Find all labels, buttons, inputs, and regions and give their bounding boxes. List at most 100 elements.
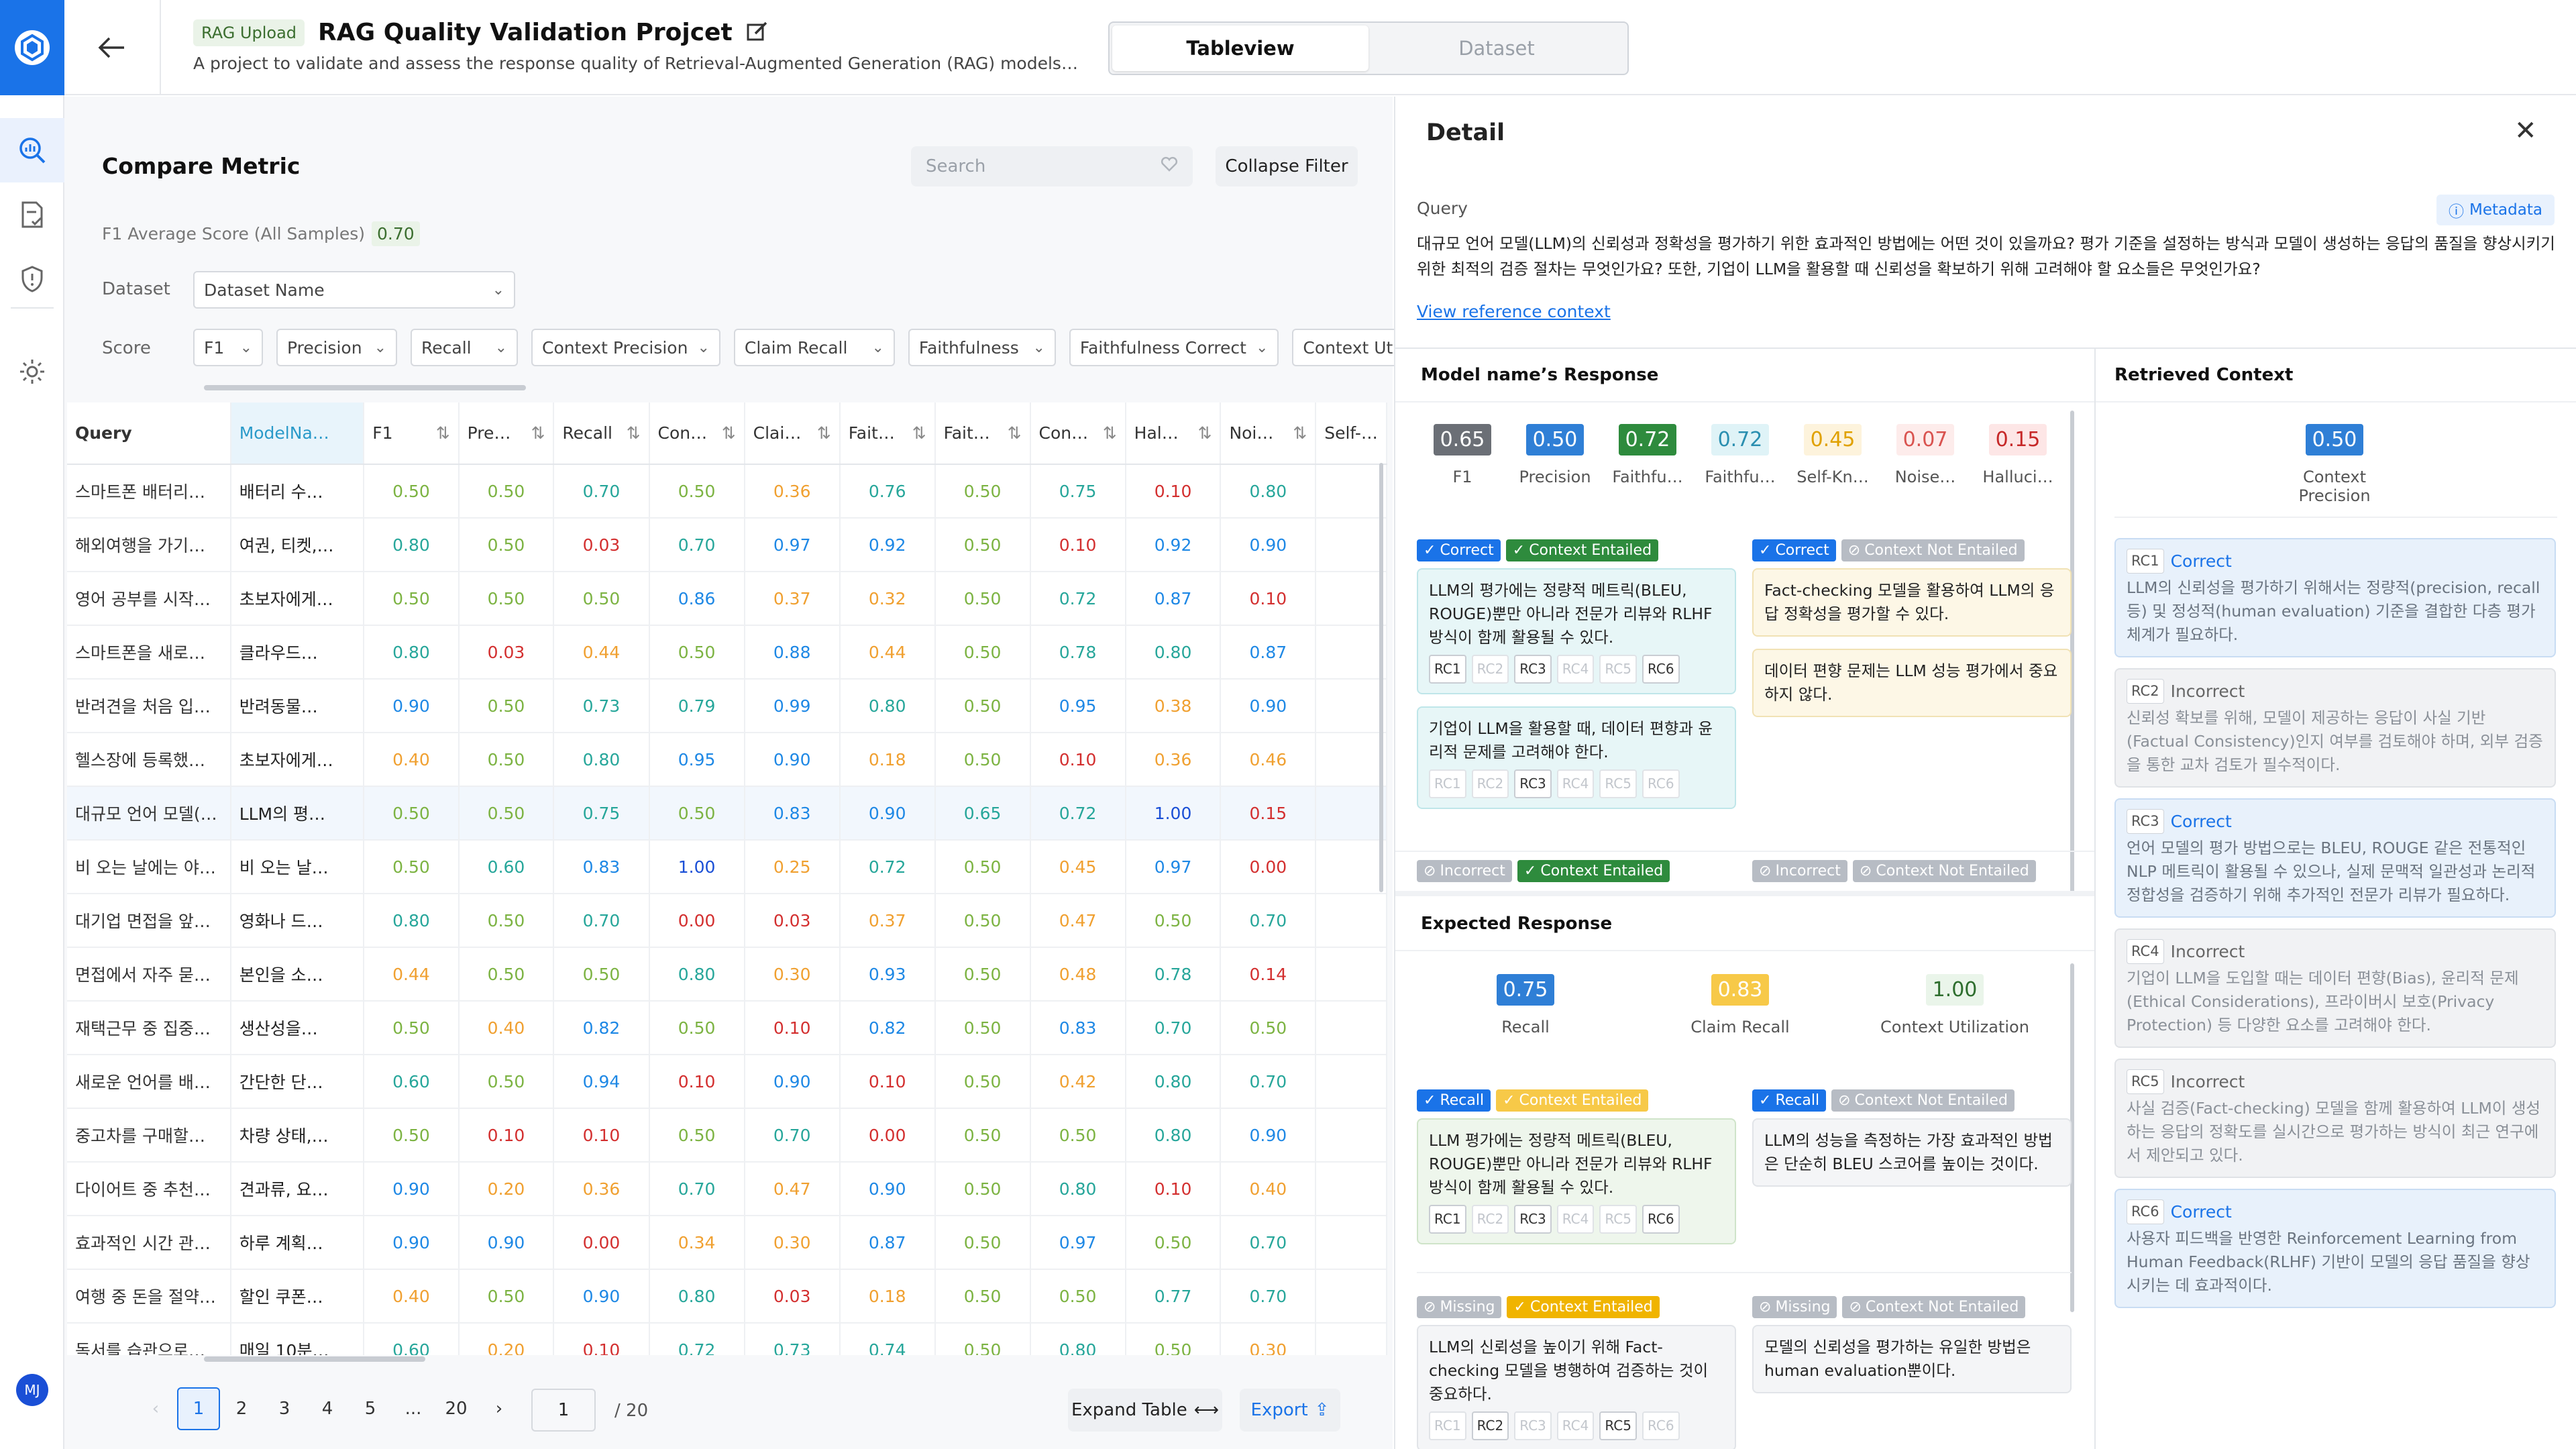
rc-chip[interactable]: RC6 [1642, 769, 1680, 798]
tab-dataset[interactable]: Dataset [1368, 25, 1625, 71]
filter-scrollbar[interactable] [204, 385, 526, 390]
page-button[interactable]: 20 [435, 1387, 478, 1430]
close-icon[interactable]: ✕ [2514, 115, 2537, 146]
retrieved-context-card[interactable]: RC5 Incorrect 사실 검증(Fact-checking) 모델을 함께 … [2114, 1059, 2556, 1178]
table-row[interactable]: 여행 중 돈을 절약… 할인 쿠폰… 0.40 0.50 0.90 0.80 0.03 0.1… [67, 1269, 1387, 1324]
sort-icon[interactable]: ⇅ [1008, 423, 1022, 443]
logo-icon[interactable] [0, 0, 64, 95]
column-header-metric[interactable]: Clai… ⇅ [744, 402, 841, 465]
column-header-metric[interactable]: Con… ⇅ [649, 402, 745, 465]
claim-card[interactable]: 데이터 편향 문제는 LLM 성능 평가에서 중요하지 않다. [1752, 649, 2072, 717]
table-row[interactable]: 대규모 언어 모델(… LLM의 평… 0.50 0.50 0.75 0.50 0.83 0.… [67, 786, 1387, 841]
claim-card[interactable]: LLM의 신뢰성을 높이기 위해 Fact-checking 모델을 병행하여 … [1417, 1325, 1736, 1449]
retrieved-context-card[interactable]: RC2 Incorrect 신뢰성 확보를 위해, 모델이 제공하는 응답이 사실 … [2114, 668, 2556, 788]
retrieved-context-card[interactable]: RC4 Incorrect 기업이 LLM을 도입할 때는 데이터 편향(Bias)… [2114, 928, 2556, 1048]
dataset-select[interactable]: Dataset Name ⌄ [193, 271, 515, 309]
retrieved-context-card[interactable]: RC3 Correct 언어 모델의 평가 방법으로는 BLEU, ROUGE 같은… [2114, 798, 2556, 918]
rc-chip[interactable]: RC2 [1471, 1205, 1509, 1234]
column-header-query[interactable]: Query [67, 402, 231, 465]
table-row[interactable]: 비 오는 날에는 야… 비 오는 날… 0.50 0.60 0.83 1.00 0.25 0.… [67, 840, 1387, 894]
claim-card[interactable]: Fact-checking 모델을 활용하여 LLM의 응답 정확성을 평가할 … [1752, 568, 2072, 637]
rc-chip[interactable]: RC6 [1642, 1411, 1680, 1440]
table-row[interactable]: 해외여행을 가기… 여권, 티켓,… 0.80 0.50 0.03 0.70 0.97 0.9… [67, 518, 1387, 572]
page-button[interactable]: 3 [263, 1387, 306, 1430]
sort-icon[interactable]: ⇅ [722, 423, 736, 443]
rc-chip[interactable]: RC2 [1471, 769, 1509, 798]
page-button[interactable]: 5 [349, 1387, 392, 1430]
rc-chip[interactable]: RC4 [1556, 1411, 1595, 1440]
back-arrow-icon[interactable] [64, 0, 161, 95]
sort-icon[interactable]: ⇅ [1293, 423, 1307, 443]
column-header-metric[interactable]: Con… ⇅ [1030, 402, 1126, 465]
rc-chip[interactable]: RC6 [1642, 655, 1680, 684]
table-scrollbar[interactable] [1379, 463, 1383, 892]
claim-card[interactable]: 기업이 LLM을 활용할 때, 데이터 편향과 윤리적 문제를 고려해야 한다.… [1417, 706, 1736, 809]
column-header-metric[interactable]: Fait… ⇅ [934, 402, 1031, 465]
user-avatar[interactable]: MJ [16, 1374, 48, 1406]
score-filter-select[interactable]: Recall ⌄ [411, 329, 518, 366]
table-row[interactable]: 반려견을 처음 입… 반려동물… 0.90 0.50 0.73 0.79 0.99 0.80 0… [67, 679, 1387, 733]
search-input[interactable]: Search [911, 146, 1193, 186]
column-header-metric[interactable]: Self-… [1316, 402, 1387, 465]
rc-chip[interactable]: RC6 [1642, 1205, 1680, 1234]
page-input[interactable]: 1 [531, 1389, 596, 1432]
sort-icon[interactable]: ⇅ [1103, 423, 1117, 443]
export-button[interactable]: Export ⇪ [1240, 1389, 1340, 1432]
rc-chip[interactable]: RC2 [1471, 655, 1509, 684]
table-row[interactable]: 스마트폰 배터리… 배터리 수… 0.50 0.50 0.70 0.50 0.36 0.76 0… [67, 464, 1387, 519]
sort-icon[interactable]: ⇅ [531, 423, 545, 443]
score-filter-select[interactable]: F1 ⌄ [193, 329, 263, 366]
rc-chip[interactable]: RC1 [1429, 769, 1466, 798]
score-filter-select[interactable]: Context Precision ⌄ [531, 329, 720, 366]
prev-page-icon[interactable]: ‹ [134, 1387, 177, 1430]
table-row[interactable]: 대기업 면접을 앞… 영화나 드… 0.80 0.50 0.70 0.00 0.03 0.37… [67, 894, 1387, 948]
rc-chip[interactable]: RC4 [1556, 655, 1595, 684]
column-header-metric[interactable]: Noi… ⇅ [1220, 402, 1317, 465]
table-row[interactable]: 스마트폰을 새로… 클라우드… 0.80 0.03 0.44 0.50 0.88 0.44 0.… [67, 625, 1387, 680]
rc-chip[interactable]: RC1 [1429, 655, 1466, 684]
rc-chip[interactable]: RC3 [1514, 655, 1552, 684]
settings-gear-icon[interactable] [0, 339, 64, 404]
view-reference-context-link[interactable]: View reference context [1417, 302, 1611, 321]
rc-chip[interactable]: RC5 [1599, 655, 1637, 684]
claim-card[interactable]: LLM 평가에는 정량적 메트릭(BLEU, ROUGE)뿐만 아니라 전문가 … [1417, 1118, 1736, 1244]
table-row[interactable]: 헬스장에 등록했… 초보자에게… 0.40 0.50 0.80 0.95 0.90 0.18 0… [67, 733, 1387, 787]
column-header-metric[interactable]: Hal… ⇅ [1125, 402, 1222, 465]
rc-chip[interactable]: RC2 [1471, 1411, 1509, 1440]
column-header-model[interactable]: ModelNa… [230, 402, 365, 465]
sort-icon[interactable]: ⇅ [817, 423, 831, 443]
tab-tableview[interactable]: Tableview [1112, 25, 1368, 71]
claim-card[interactable]: LLM의 성능을 측정하는 가장 효과적인 방법은 단순히 BLEU 스코어를 … [1752, 1118, 2072, 1187]
page-button[interactable]: 2 [220, 1387, 263, 1430]
page-button[interactable]: ... [392, 1387, 435, 1430]
page-button[interactable]: 1 [177, 1387, 220, 1430]
sort-icon[interactable]: ⇅ [912, 423, 926, 443]
score-filter-select[interactable]: Context Utilizati…⌄ [1292, 329, 1394, 366]
table-row[interactable]: 다이어트 중 추천… 견과류, 요… 0.90 0.20 0.36 0.70 0.47 0.9… [67, 1162, 1387, 1216]
document-check-icon[interactable] [0, 182, 64, 247]
analytics-icon[interactable] [0, 118, 64, 182]
sort-icon[interactable]: ⇅ [627, 423, 641, 443]
table-row[interactable]: 효과적인 시간 관… 하루 계획… 0.90 0.90 0.00 0.34 0.30 0.87… [67, 1216, 1387, 1270]
retrieved-context-card[interactable]: RC1 Correct LLM의 신뢰성을 평가하기 위해서는 정량적(precis… [2114, 538, 2556, 657]
column-header-metric[interactable]: Pre… ⇅ [458, 402, 555, 465]
column-header-metric[interactable]: Fait… ⇅ [839, 402, 936, 465]
next-page-icon[interactable]: › [478, 1387, 521, 1430]
retrieved-context-card[interactable]: RC6 Correct 사용자 피드백을 반영한 Reinforcement Lea… [2114, 1189, 2556, 1308]
column-header-metric[interactable]: Recall ⇅ [553, 402, 650, 465]
table-row[interactable]: 독서를 습관으로… 매일 10분… 0.60 0.20 0.10 0.72 0.73 0.74… [67, 1323, 1387, 1355]
rc-chip[interactable]: RC4 [1556, 1205, 1595, 1234]
rc-chip[interactable]: RC5 [1599, 769, 1637, 798]
table-row[interactable]: 면접에서 자주 묻… 본인을 소… 0.44 0.50 0.50 0.80 0.30 0.93… [67, 947, 1387, 1002]
table-row[interactable]: 새로운 언어를 배… 간단한 단… 0.60 0.50 0.94 0.10 0.90 0.10… [67, 1055, 1387, 1109]
rc-chip[interactable]: RC5 [1599, 1411, 1637, 1440]
shield-icon[interactable] [0, 247, 64, 311]
rc-chip[interactable]: RC4 [1556, 769, 1595, 798]
edit-icon[interactable] [746, 20, 769, 46]
table-row[interactable]: 중고차를 구매할… 차량 상태,… 0.50 0.10 0.10 0.50 0.70 0.00… [67, 1108, 1387, 1163]
rc-chip[interactable]: RC3 [1514, 1205, 1552, 1234]
rc-chip[interactable]: RC3 [1514, 769, 1552, 798]
claim-card[interactable]: 모델의 신뢰성을 평가하는 유일한 방법은 human evaluation뿐이… [1752, 1325, 2072, 1393]
table-h-scrollbar[interactable] [204, 1356, 425, 1362]
score-filter-select[interactable]: Faithfulness ⌄ [908, 329, 1056, 366]
